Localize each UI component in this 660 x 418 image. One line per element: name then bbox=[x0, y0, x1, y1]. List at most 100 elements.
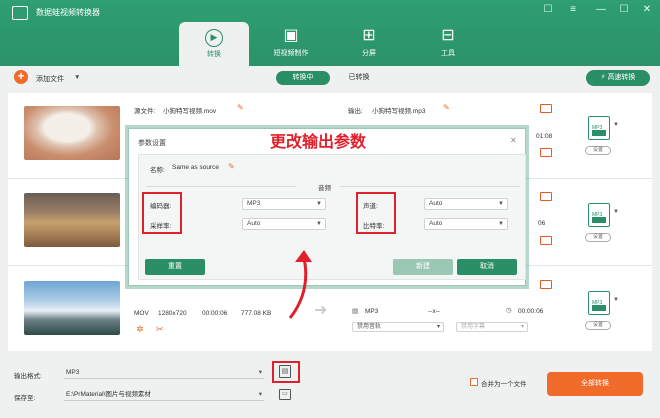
fast-convert-button[interactable]: ⚡ 高速转换 bbox=[586, 70, 650, 86]
chevron-down-icon: ▼ bbox=[498, 201, 504, 207]
audio-file-icon: ▤ bbox=[352, 308, 359, 315]
film-icon: ▣ bbox=[283, 27, 299, 44]
channel-label: 声道: bbox=[363, 203, 378, 210]
app-logo-icon bbox=[12, 6, 28, 20]
tab-split-screen[interactable]: ⊞ 分屏 bbox=[334, 20, 404, 68]
output-file-label: 输出: bbox=[348, 108, 363, 115]
cut-icon[interactable]: ✂ bbox=[156, 324, 164, 335]
source-size: 777.08 KB bbox=[241, 310, 272, 317]
format-badge-icon bbox=[540, 280, 552, 289]
app-title: 数据蛙视频转换器 bbox=[36, 8, 100, 17]
samplerate-select[interactable]: Auto ▼ bbox=[242, 218, 326, 230]
tab-convert-label: 转换 bbox=[207, 51, 221, 58]
output-duration: 00:00:06 bbox=[518, 308, 544, 315]
source-format: MOV bbox=[134, 310, 149, 317]
mp3-file-badge: MP3 bbox=[592, 300, 603, 306]
video-thumbnail-food[interactable] bbox=[24, 193, 120, 247]
save-to-label: 保存至: bbox=[14, 395, 36, 402]
subtitle-badge-icon bbox=[540, 236, 552, 245]
toolbar bbox=[0, 66, 660, 92]
tab-tools[interactable]: ⊟ 工具 bbox=[413, 20, 483, 68]
bitrate-value: Auto bbox=[429, 220, 443, 227]
tab-converted[interactable]: 已转换 bbox=[332, 71, 386, 85]
source-file-label: 源文件: bbox=[134, 108, 156, 115]
chevron-down-icon: ▾ bbox=[258, 369, 262, 376]
mp3-file-badge: MP3 bbox=[592, 125, 603, 131]
section-divider bbox=[146, 186, 296, 187]
section-divider bbox=[340, 186, 520, 187]
tab-convert[interactable]: ▶ 转换 bbox=[179, 22, 249, 68]
settings-button[interactable]: 设置 bbox=[585, 321, 611, 330]
subtitle-value: 禁用字幕 bbox=[461, 324, 486, 330]
add-file-icon[interactable]: + bbox=[14, 70, 28, 84]
tab-short-video[interactable]: ▣ 短视频制作 bbox=[256, 20, 326, 68]
format-badge-icon bbox=[540, 104, 552, 113]
video-thumbnail-landscape[interactable] bbox=[24, 281, 120, 335]
maximize-button[interactable]: ☐ bbox=[617, 4, 631, 16]
audio-track-value: 禁用音轨 bbox=[357, 324, 382, 330]
chat-icon[interactable]: ☐ bbox=[541, 4, 555, 16]
dialog-close-icon[interactable]: ✕ bbox=[510, 136, 517, 145]
format-settings-icon[interactable]: ▤ bbox=[279, 365, 291, 378]
audio-track-dropdown[interactable]: 禁用音轨 ▾ bbox=[352, 322, 444, 332]
save-path-select[interactable]: E:\PrMaterial\图片与视频素材 ▾ bbox=[64, 389, 264, 401]
name-label: 名称: bbox=[150, 167, 165, 174]
encoder-select[interactable]: MP3 ▼ bbox=[242, 198, 326, 210]
name-value: Same as source bbox=[172, 164, 219, 171]
enhance-icon[interactable]: ✲ bbox=[136, 324, 144, 335]
output-resolution: --x-- bbox=[428, 308, 440, 315]
channel-value: Auto bbox=[429, 200, 443, 207]
row2-duration: 06 bbox=[538, 220, 546, 227]
format-dropdown-icon[interactable]: ▼ bbox=[613, 297, 619, 303]
bitrate-select[interactable]: Auto ▼ bbox=[424, 218, 508, 230]
add-file-button[interactable]: 添加文件 bbox=[36, 74, 64, 84]
mp3-file-badge: MP3 bbox=[592, 212, 603, 218]
merge-checkbox[interactable] bbox=[470, 378, 478, 386]
settings-button[interactable]: 设置 bbox=[585, 146, 611, 155]
subtitle-dropdown[interactable]: 禁用字幕 ▾ bbox=[456, 322, 528, 332]
add-file-dropdown-icon[interactable]: ▼ bbox=[74, 74, 80, 81]
chevron-down-icon: ▾ bbox=[436, 324, 440, 330]
row1-duration: 01:08 bbox=[536, 133, 553, 140]
merge-label: 合并为一个文件 bbox=[481, 381, 527, 388]
open-folder-icon[interactable]: ▭ bbox=[279, 389, 291, 400]
chevron-down-icon: ▼ bbox=[498, 221, 504, 227]
convert-icon: ▶ bbox=[205, 29, 223, 47]
chevron-down-icon: ▾ bbox=[520, 324, 524, 330]
menu-icon[interactable]: ≡ bbox=[566, 4, 580, 16]
video-thumbnail-dog[interactable] bbox=[24, 106, 120, 160]
output-format-value: MP3 bbox=[66, 369, 80, 376]
new-button[interactable]: 新建 bbox=[393, 259, 453, 275]
output-format: MP3 bbox=[365, 308, 379, 315]
reset-button[interactable]: 重置 bbox=[145, 259, 205, 275]
close-button[interactable]: ✕ bbox=[640, 4, 654, 16]
edit-source-icon[interactable]: ✎ bbox=[237, 103, 244, 112]
channel-select[interactable]: Auto ▼ bbox=[424, 198, 508, 210]
annotation-text: 更改输出参数 bbox=[270, 132, 367, 151]
edit-output-icon[interactable]: ✎ bbox=[443, 103, 450, 112]
encoder-label: 编码器: bbox=[150, 203, 172, 210]
format-dropdown-icon[interactable]: ▼ bbox=[613, 122, 619, 128]
samplerate-value: Auto bbox=[247, 220, 261, 227]
dialog-title: 参数设置 bbox=[138, 140, 166, 147]
output-file-name: 小狗特写视频.mp3 bbox=[372, 108, 426, 115]
subtitle-badge-icon bbox=[540, 148, 552, 157]
minimize-button[interactable]: — bbox=[594, 4, 608, 16]
output-format-select[interactable]: MP3 ▾ bbox=[64, 367, 264, 379]
tab-tools-label: 工具 bbox=[441, 50, 455, 57]
edit-name-icon[interactable]: ✎ bbox=[228, 162, 235, 171]
format-dropdown-icon[interactable]: ▼ bbox=[613, 209, 619, 215]
convert-all-button[interactable]: 全部转换 bbox=[547, 372, 643, 396]
clock-icon: ◷ bbox=[506, 307, 512, 314]
cancel-button[interactable]: 取消 bbox=[457, 259, 517, 275]
split-screen-icon: ⊞ bbox=[362, 27, 376, 44]
source-duration: 00:00:06 bbox=[202, 310, 228, 317]
output-format-label: 输出格式: bbox=[14, 373, 42, 380]
tab-converting[interactable]: 转换中 bbox=[276, 71, 330, 85]
format-badge-icon bbox=[540, 192, 552, 201]
settings-button[interactable]: 设置 bbox=[585, 233, 611, 242]
samplerate-label: 采样率: bbox=[150, 223, 172, 230]
tab-short-video-label: 短视频制作 bbox=[273, 50, 309, 57]
bitrate-label: 比特率: bbox=[363, 223, 385, 230]
audio-section-title: 音频 bbox=[318, 185, 331, 192]
